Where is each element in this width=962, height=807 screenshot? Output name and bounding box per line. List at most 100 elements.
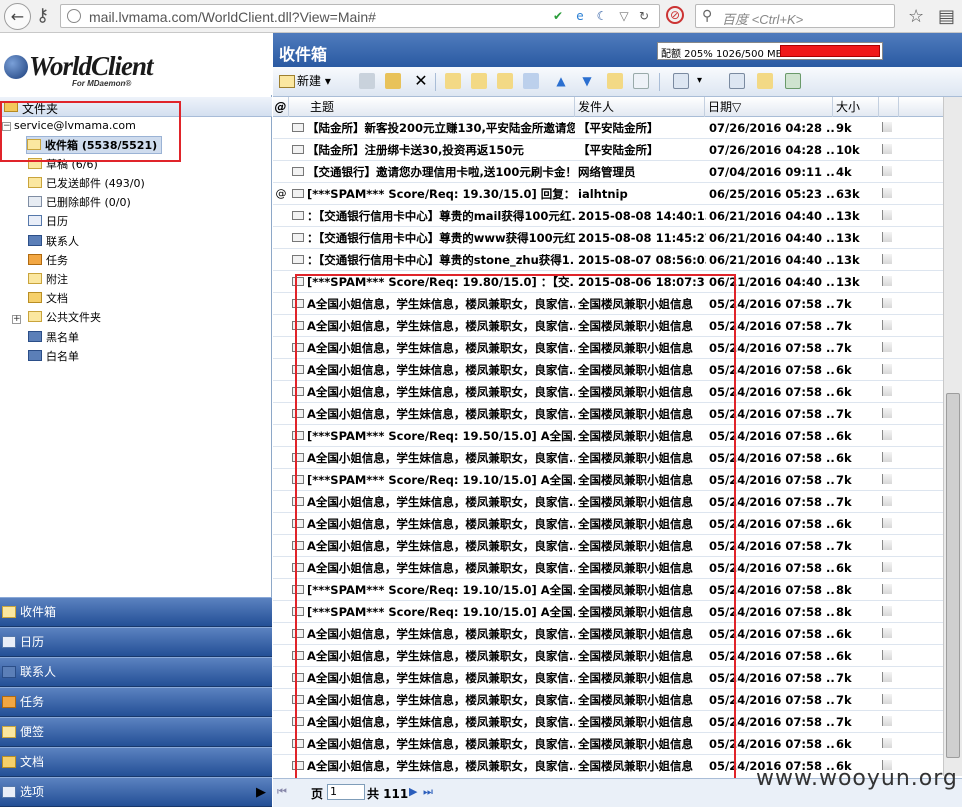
message-row[interactable]: ：【交通银行信用卡中心】尊贵的stone_zhu获得1... 2015-08-07… bbox=[273, 249, 943, 271]
message-size[interactable]: 4k bbox=[836, 161, 878, 183]
flag-column-header[interactable] bbox=[879, 97, 899, 117]
flag-icon[interactable] bbox=[880, 337, 898, 359]
message-size[interactable]: 7k bbox=[836, 667, 878, 689]
message-size[interactable]: 8k bbox=[836, 579, 878, 601]
message-size[interactable]: 10k bbox=[836, 139, 878, 161]
flag-icon[interactable] bbox=[880, 667, 898, 689]
bookmark-star-icon[interactable]: ☆ bbox=[908, 6, 924, 27]
flag-icon[interactable] bbox=[880, 535, 898, 557]
scrollbar-thumb[interactable] bbox=[946, 393, 960, 758]
dropdown-icon[interactable]: ▽ bbox=[617, 9, 631, 23]
message-row[interactable]: @ [***SPAM*** Score/Req: 19.30/15.0] 回复： i… bbox=[273, 183, 943, 205]
flag-icon[interactable] bbox=[880, 469, 898, 491]
layout-dropdown-icon[interactable]: ▾ bbox=[697, 73, 713, 89]
view-source-icon[interactable] bbox=[633, 73, 649, 89]
ie-icon[interactable]: e bbox=[573, 9, 587, 23]
first-page-icon[interactable]: ⏮ bbox=[277, 786, 289, 798]
flag-icon[interactable] bbox=[880, 293, 898, 315]
tree-item-documents[interactable]: 文档 bbox=[28, 290, 68, 308]
message-size[interactable]: 6k bbox=[836, 733, 878, 755]
flag-icon[interactable] bbox=[880, 557, 898, 579]
message-subject[interactable]: ：【交通银行信用卡中心】尊贵的stone_zhu获得1... bbox=[307, 249, 575, 271]
flag-icon[interactable] bbox=[880, 733, 898, 755]
message-size[interactable]: 9k bbox=[836, 117, 878, 139]
message-size[interactable]: 7k bbox=[836, 403, 878, 425]
message-sender[interactable]: 2015-08-07 08:56:03 bbox=[578, 249, 706, 271]
up-arrow-icon[interactable]: ▲ bbox=[553, 73, 569, 89]
message-subject[interactable]: 【陆金所】注册绑卡送30,投资再返150元 bbox=[307, 139, 575, 161]
tree-item-notes[interactable]: 附注 bbox=[28, 271, 68, 289]
size-column-header[interactable]: 大小 bbox=[833, 97, 879, 117]
flag-icon[interactable] bbox=[880, 205, 898, 227]
message-size[interactable]: 7k bbox=[836, 491, 878, 513]
date-column-header[interactable]: 日期▽ bbox=[705, 97, 833, 117]
message-date[interactable]: 06/21/2016 04:40 ... bbox=[709, 205, 835, 227]
arrow-right-icon[interactable]: ▶ bbox=[256, 778, 266, 807]
message-size[interactable]: 6k bbox=[836, 447, 878, 469]
expand-icon[interactable]: + bbox=[12, 315, 21, 324]
message-row[interactable]: ：【交通银行信用卡中心】尊贵的mail获得100元红... 2015-08-08 … bbox=[273, 205, 943, 227]
message-sender[interactable]: 网络管理员 bbox=[578, 161, 706, 183]
flag-icon[interactable] bbox=[880, 249, 898, 271]
list-scrollbar[interactable] bbox=[943, 97, 962, 776]
tree-item-whitelist[interactable]: 白名单 bbox=[28, 348, 79, 366]
message-sender[interactable]: 2015-08-08 14:40:15 bbox=[578, 205, 706, 227]
url-text[interactable]: mail.lvmama.com/WorldClient.dll?View=Mai… bbox=[89, 9, 376, 25]
message-size[interactable]: 6k bbox=[836, 513, 878, 535]
flag-icon[interactable] bbox=[880, 403, 898, 425]
layout-icon[interactable] bbox=[673, 73, 689, 89]
flag-icon[interactable] bbox=[880, 447, 898, 469]
message-subject[interactable]: 【交通银行】邀请您办理信用卡啦,送100元刷卡金！ bbox=[307, 161, 575, 183]
message-size[interactable]: 7k bbox=[836, 315, 878, 337]
attach-column-header[interactable]: @ bbox=[273, 97, 289, 117]
flag-icon[interactable] bbox=[880, 623, 898, 645]
message-subject[interactable]: [***SPAM*** Score/Req: 19.30/15.0] 回复： bbox=[307, 183, 575, 205]
moon-icon[interactable]: ☾ bbox=[595, 9, 609, 23]
flag-icon[interactable] bbox=[880, 711, 898, 733]
reply-icon[interactable] bbox=[445, 73, 461, 89]
tree-item-blacklist[interactable]: 黑名单 bbox=[28, 329, 79, 347]
last-page-icon[interactable]: ⏭ bbox=[423, 785, 433, 799]
message-size[interactable]: 6k bbox=[836, 557, 878, 579]
message-row[interactable]: ：【交通银行信用卡中心】尊贵的www获得100元红... 2015-08-08 1… bbox=[273, 227, 943, 249]
nav-tasks[interactable]: 任务 bbox=[0, 687, 272, 717]
flag-icon[interactable] bbox=[880, 315, 898, 337]
reader-icon[interactable]: ▤ bbox=[938, 6, 955, 27]
message-date[interactable]: 07/26/2016 04:28 ... bbox=[709, 139, 835, 161]
paste-icon[interactable] bbox=[385, 73, 401, 89]
message-size[interactable]: 13k bbox=[836, 249, 878, 271]
message-size[interactable]: 13k bbox=[836, 227, 878, 249]
message-sender[interactable]: 【平安陆金所】 bbox=[578, 117, 706, 139]
subject-column-header[interactable]: 主题 bbox=[307, 97, 575, 117]
back-icon[interactable]: ← bbox=[4, 3, 31, 30]
message-date[interactable]: 06/25/2016 05:23 ... bbox=[709, 183, 835, 205]
message-row[interactable]: 【陆金所】新客投200元立赚130,平安陆金所邀请您... 【平安陆金所】 07/2… bbox=[273, 117, 943, 139]
flag-icon[interactable] bbox=[880, 381, 898, 403]
message-size[interactable]: 6k bbox=[836, 425, 878, 447]
new-button[interactable]: 新建 ▾ bbox=[279, 73, 347, 89]
message-date[interactable]: 06/21/2016 04:40 ... bbox=[709, 249, 835, 271]
tree-item-deleted[interactable]: 已删除邮件 (0/0) bbox=[28, 194, 131, 212]
message-size[interactable]: 6k bbox=[836, 623, 878, 645]
message-size[interactable]: 7k bbox=[836, 535, 878, 557]
message-size[interactable]: 6k bbox=[836, 359, 878, 381]
message-size[interactable]: 63k bbox=[836, 183, 878, 205]
flag-icon[interactable] bbox=[880, 161, 898, 183]
flag-icon[interactable] bbox=[880, 117, 898, 139]
message-date[interactable]: 06/21/2016 04:40 ... bbox=[709, 227, 835, 249]
flag-icon[interactable] bbox=[880, 645, 898, 667]
message-size[interactable]: 7k bbox=[836, 337, 878, 359]
tree-item-tasks[interactable]: 任务 bbox=[28, 252, 68, 270]
print-icon[interactable] bbox=[359, 73, 375, 89]
delete-icon[interactable]: ✕ bbox=[413, 73, 429, 89]
message-size[interactable]: 13k bbox=[836, 271, 878, 293]
flag-icon[interactable] bbox=[880, 139, 898, 161]
next-page-icon[interactable]: ▶ bbox=[409, 785, 417, 798]
from-column-header[interactable]: 发件人 bbox=[575, 97, 705, 117]
recycle-icon[interactable] bbox=[785, 73, 801, 89]
message-row[interactable]: 【交通银行】邀请您办理信用卡啦,送100元刷卡金！ 网络管理员 07/04/2016… bbox=[273, 161, 943, 183]
move-icon[interactable] bbox=[523, 73, 539, 89]
message-size[interactable]: 8k bbox=[836, 601, 878, 623]
shield-check-icon[interactable]: ✔ bbox=[551, 9, 565, 23]
search-box[interactable]: ⚲ 百度 <Ctrl+K> bbox=[695, 4, 895, 28]
